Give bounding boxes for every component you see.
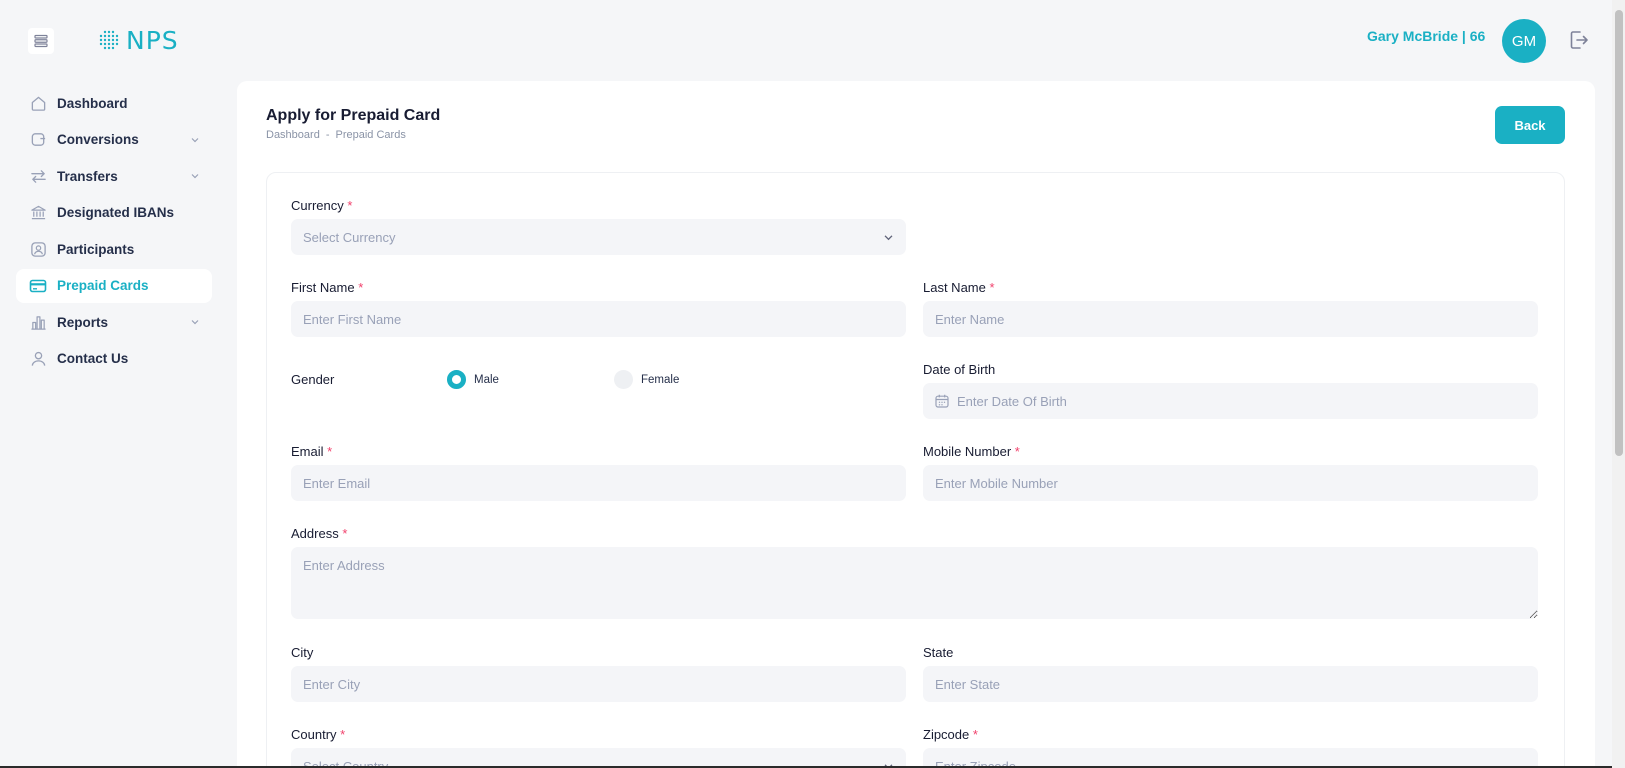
logout-icon[interactable] — [1568, 29, 1590, 51]
state-input[interactable] — [923, 666, 1538, 702]
sidebar-item-participants[interactable]: Participants — [16, 232, 212, 266]
chevron-down-icon — [191, 174, 199, 179]
scrollbar-thumb[interactable] — [1615, 10, 1623, 456]
sidebar-item-dashboard[interactable]: Dashboard — [16, 86, 212, 120]
top-header: NPS Gary McBride | 66 GM — [0, 0, 1612, 80]
email-input[interactable] — [291, 465, 906, 501]
bank-icon — [29, 204, 47, 222]
sidebar-item-contact-us[interactable]: Contact Us — [16, 342, 212, 376]
first-name-label: First Name * — [291, 280, 364, 295]
sidebar-item-label: Reports — [57, 314, 109, 330]
city-label: City — [291, 645, 314, 660]
sidebar-item-designated-ibans[interactable]: Designated IBANs — [16, 196, 212, 230]
main-content: Apply for Prepaid Card Dashboard - Prepa… — [237, 81, 1595, 768]
page-title: Apply for Prepaid Card — [266, 107, 441, 124]
sidebar-item-label: Designated IBANs — [57, 205, 175, 220]
last-name-label: Last Name * — [923, 280, 995, 295]
mobile-number-label: Mobile Number * — [923, 444, 1020, 459]
currency-select-value: Select Currency — [303, 229, 396, 245]
user-name[interactable]: Gary McBride | 66 — [1367, 28, 1485, 44]
page-scrollbar[interactable] — [1612, 0, 1625, 768]
dob-label: Date of Birth — [923, 362, 996, 377]
first-name-input[interactable] — [291, 301, 906, 337]
breadcrumb-separator: - — [325, 129, 330, 141]
nps-logo[interactable]: NPS — [98, 25, 179, 55]
chevron-down-icon — [191, 320, 199, 325]
radio-label-female: Female — [641, 373, 680, 386]
radio-label-male: Male — [474, 373, 499, 386]
dob-input[interactable] — [923, 383, 1538, 419]
back-button[interactable]: Back — [1495, 106, 1565, 144]
conversion-icon — [29, 131, 47, 149]
sidebar: Dashboard Conversions Transfers Designat… — [16, 86, 212, 378]
sidebar-item-transfers[interactable]: Transfers — [16, 159, 212, 193]
chevron-down-icon — [884, 235, 893, 241]
sidebar-item-prepaid-cards[interactable]: Prepaid Cards — [16, 268, 212, 303]
breadcrumb-item-prepaid-cards: Prepaid Cards — [335, 129, 406, 141]
address-textarea[interactable] — [291, 547, 1538, 619]
city-input[interactable] — [291, 666, 906, 702]
sidebar-item-label: Dashboard — [57, 95, 128, 111]
zipcode-input[interactable] — [923, 748, 1538, 768]
email-label: Email * — [291, 444, 333, 459]
breadcrumb-item-dashboard[interactable]: Dashboard — [266, 129, 320, 141]
person-badge-icon — [29, 240, 47, 258]
sidebar-item-conversions[interactable]: Conversions — [16, 123, 212, 157]
last-name-input[interactable] — [923, 301, 1538, 337]
sidebar-item-label: Prepaid Cards — [57, 278, 149, 293]
radio-unselected-indicator[interactable] — [614, 370, 633, 389]
sidebar-item-label: Contact Us — [57, 351, 129, 366]
transfer-arrows-icon — [29, 167, 47, 185]
mobile-number-input[interactable] — [923, 465, 1538, 501]
country-select[interactable]: Select Country — [291, 748, 906, 768]
logo-dots-icon — [99, 30, 119, 50]
gender-label: Gender — [291, 372, 335, 387]
breadcrumb: Dashboard - Prepaid Cards — [266, 129, 406, 141]
address-label: Address * — [291, 526, 348, 541]
chevron-down-icon — [191, 137, 199, 142]
home-icon — [29, 94, 47, 112]
sidebar-item-reports[interactable]: Reports — [16, 305, 212, 339]
prepaid-card-form: Currency * Select Currency First Name * … — [266, 172, 1565, 768]
sidebar-item-label: Participants — [57, 241, 135, 257]
credit-card-icon — [29, 277, 47, 295]
sidebar-item-label: Conversions — [57, 132, 139, 147]
menu-toggle-button[interactable] — [28, 28, 54, 54]
menu-stack-icon — [34, 34, 48, 48]
calendar-icon — [935, 394, 949, 408]
currency-label: Currency * — [291, 198, 353, 213]
currency-select[interactable]: Select Currency — [291, 219, 906, 255]
radio-selected-indicator[interactable] — [447, 370, 466, 389]
state-label: State — [923, 645, 954, 660]
zipcode-label: Zipcode * — [923, 727, 978, 742]
gender-radio-male[interactable]: Male — [447, 370, 499, 389]
avatar[interactable]: GM — [1502, 19, 1546, 63]
country-label: Country * — [291, 727, 346, 742]
gender-radio-female[interactable]: Female — [614, 370, 679, 389]
sidebar-item-label: Transfers — [57, 168, 118, 184]
bar-chart-icon — [29, 313, 47, 331]
logo-text: NPS — [126, 25, 179, 55]
user-icon — [29, 350, 47, 368]
